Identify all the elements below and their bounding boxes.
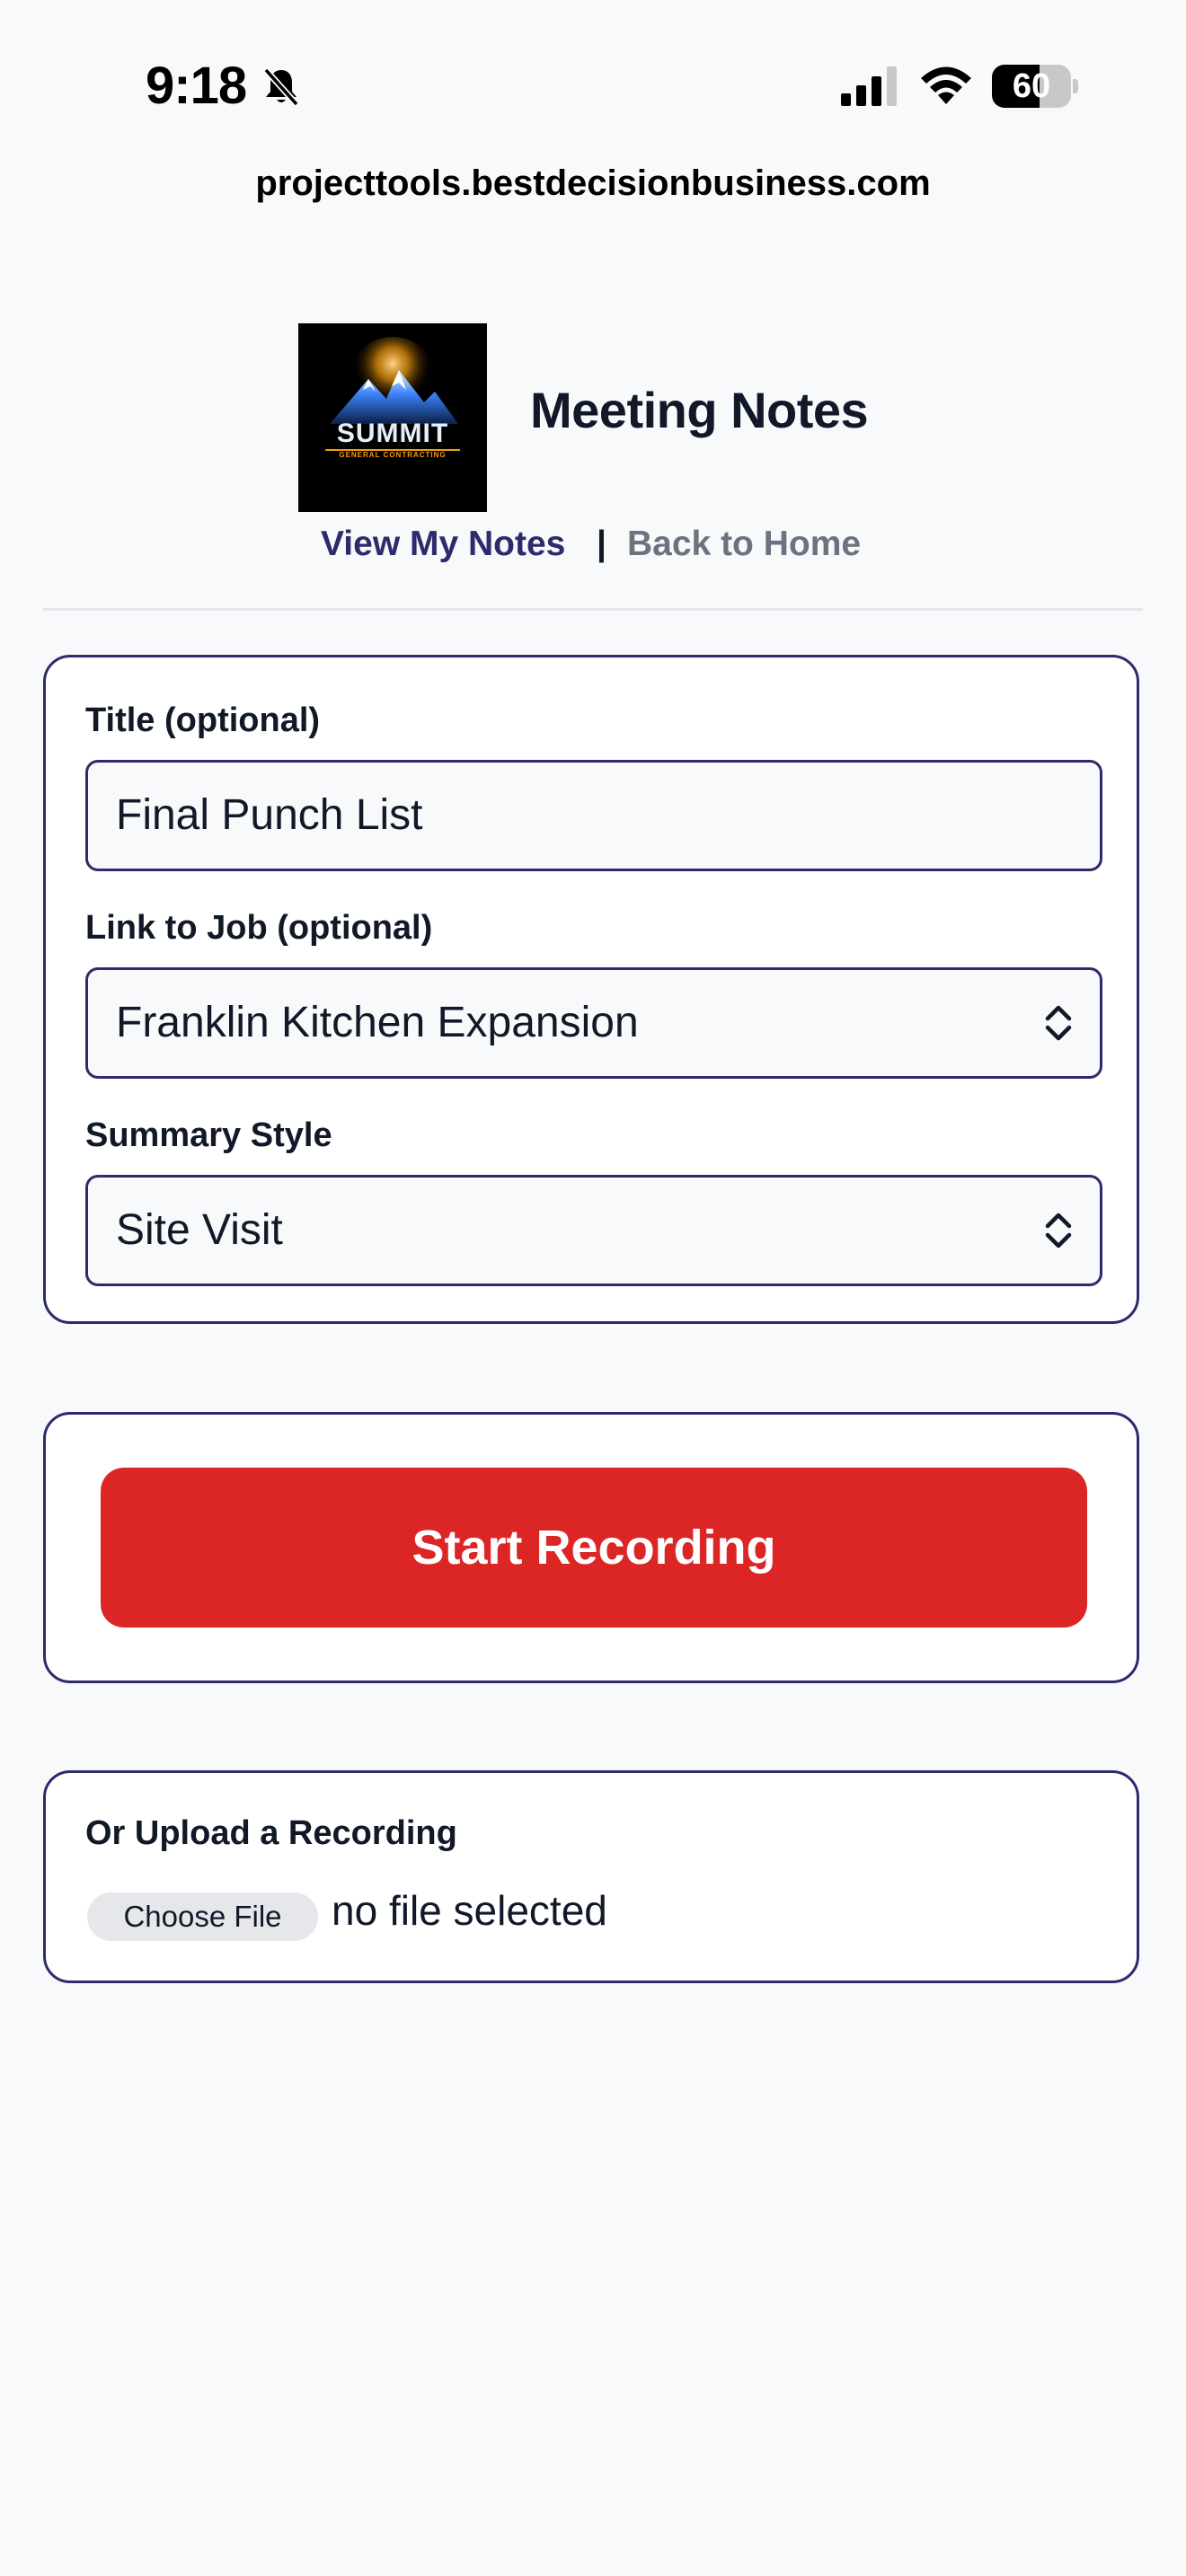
signal-icon: [841, 66, 897, 106]
battery-level: 60: [1012, 67, 1051, 105]
recording-card: Start Recording: [43, 1412, 1139, 1683]
start-recording-button[interactable]: Start Recording: [101, 1468, 1087, 1628]
summary-style-label: Summary Style: [85, 1116, 332, 1154]
view-my-notes-link[interactable]: View My Notes: [321, 525, 565, 564]
company-logo: SUMMIT GENERAL CONTRACTING: [298, 323, 487, 512]
job-select-value: Franklin Kitchen Expansion: [116, 999, 639, 1046]
upload-label: Or Upload a Recording: [85, 1814, 457, 1852]
bell-slash-icon: [263, 67, 299, 107]
title-label: Title (optional): [85, 701, 321, 739]
summary-style-select[interactable]: Site Visit: [85, 1175, 1102, 1286]
title-input[interactable]: Final Punch List: [85, 760, 1102, 871]
status-bar: 9:18 60: [0, 0, 1186, 171]
file-status: no file selected: [332, 1887, 607, 1934]
summary-style-select-value: Site Visit: [116, 1206, 283, 1254]
choose-file-button[interactable]: Choose File: [87, 1892, 318, 1941]
battery-icon: 60: [992, 65, 1078, 108]
back-to-home-link[interactable]: Back to Home: [627, 525, 861, 564]
status-time: 9:18: [146, 57, 247, 115]
title-input-value: Final Punch List: [116, 791, 423, 839]
chevron-updown-icon: [1045, 1213, 1072, 1248]
page-title: Meeting Notes: [530, 382, 869, 438]
nav-separator: |: [597, 525, 606, 563]
job-label: Link to Job (optional): [85, 909, 433, 947]
logo-tagline: GENERAL CONTRACTING: [339, 451, 447, 459]
logo-wordmark: SUMMIT: [336, 419, 449, 448]
meeting-form-card: Title (optional) Final Punch List Link t…: [43, 655, 1139, 1324]
chevron-updown-icon: [1045, 1005, 1072, 1041]
job-select[interactable]: Franklin Kitchen Expansion: [85, 967, 1102, 1079]
upload-card: Or Upload a Recording Choose File no fil…: [43, 1770, 1139, 1983]
url-bar[interactable]: projecttools.bestdecisionbusiness.com: [0, 163, 1186, 204]
wifi-icon: [921, 66, 971, 104]
header-divider: [43, 608, 1143, 611]
